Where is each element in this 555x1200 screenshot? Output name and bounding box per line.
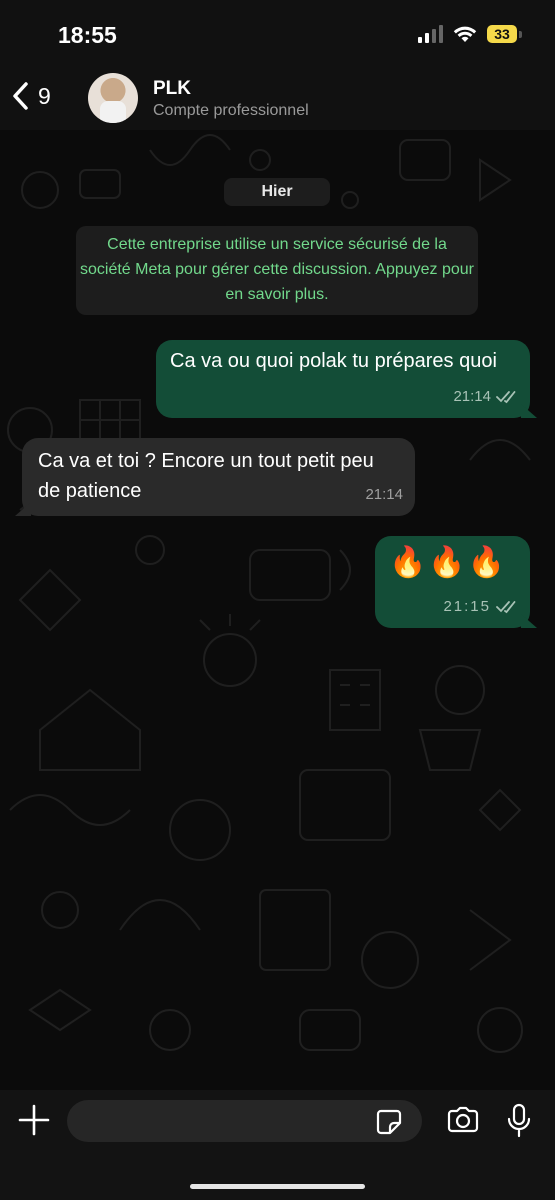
message-time: 21:14: [365, 486, 403, 503]
chevron-left-icon: [13, 82, 28, 110]
unread-count: 9: [38, 82, 51, 109]
home-indicator: [190, 1184, 365, 1189]
status-bar: 18:55 33: [0, 0, 555, 70]
message-bubble-outgoing[interactable]: Ca va ou quoi polak tu prépares quoi 21:…: [156, 340, 530, 418]
plus-icon[interactable]: [18, 1104, 50, 1136]
double-check-icon: [496, 391, 516, 404]
message-text: Ca va ou quoi polak tu prépares quoi: [170, 350, 497, 372]
date-separator: Hier: [224, 178, 330, 206]
message-bubble-outgoing[interactable]: 🔥🔥🔥 21:15: [375, 536, 530, 628]
message-meta: 21:14: [365, 480, 403, 510]
battery-indicator: 33: [487, 25, 522, 43]
double-check-icon: [496, 601, 516, 614]
message-meta: 21:14: [453, 382, 518, 412]
message-meta: 21:15: [443, 592, 518, 622]
message-time: 21:15: [443, 598, 491, 615]
contact-name[interactable]: PLK: [153, 78, 191, 100]
business-info-text: Cette entreprise utilise un service sécu…: [80, 236, 474, 303]
camera-icon[interactable]: [446, 1106, 480, 1134]
business-info-notice[interactable]: Cette entreprise utilise un service sécu…: [76, 226, 478, 315]
sticker-icon[interactable]: [376, 1109, 402, 1135]
wifi-icon: [453, 26, 477, 42]
chat-header: 9 PLK Compte professionnel: [0, 70, 555, 130]
message-text: Ca va et toi ? Encore un tout petit peu …: [38, 450, 374, 502]
status-icons: 33: [418, 25, 522, 43]
cellular-signal-icon: [418, 25, 443, 43]
contact-subtitle[interactable]: Compte professionnel: [153, 102, 309, 120]
message-time: 21:14: [453, 388, 491, 405]
message-text: 🔥🔥🔥: [389, 546, 508, 579]
back-button[interactable]: 9: [10, 80, 51, 112]
status-time: 18:55: [58, 22, 117, 48]
message-input-bar: [0, 1090, 555, 1200]
chat-area[interactable]: Hier Cette entreprise utilise un service…: [0, 130, 555, 1090]
contact-avatar[interactable]: [88, 73, 138, 123]
message-input[interactable]: [67, 1100, 422, 1142]
battery-level: 33: [494, 26, 510, 42]
microphone-icon[interactable]: [506, 1103, 532, 1139]
message-bubble-incoming[interactable]: Ca va et toi ? Encore un tout petit peu …: [22, 438, 415, 516]
